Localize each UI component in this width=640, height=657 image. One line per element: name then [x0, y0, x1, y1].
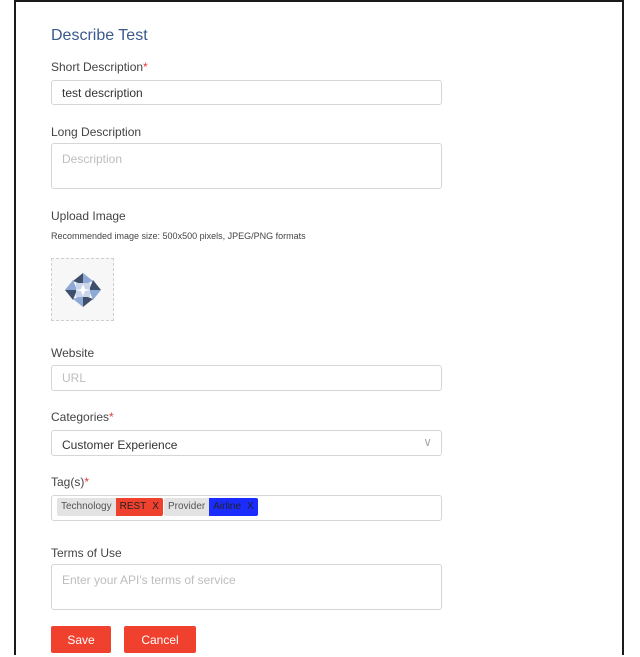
remove-tag-icon[interactable]: X	[247, 498, 254, 516]
terms-field[interactable]	[51, 564, 442, 610]
image-placeholder-icon	[65, 273, 101, 307]
tag-key: Provider	[164, 498, 210, 516]
page-title: Describe Test	[51, 27, 148, 44]
long-description-label: Long Description	[51, 125, 142, 139]
remove-tag-icon[interactable]: X	[152, 498, 159, 516]
website-field[interactable]	[51, 365, 442, 391]
required-mark: *	[143, 60, 148, 74]
short-description-input[interactable]	[52, 81, 441, 104]
short-description-label: Short Description*	[51, 60, 148, 74]
tag-value-text: REST	[119, 501, 147, 512]
tag-chip: Technology REST X	[57, 498, 163, 516]
tags-label-text: Tag(s)	[51, 475, 85, 489]
categories-label-text: Categories	[51, 410, 110, 424]
upload-image-dropzone[interactable]	[51, 258, 114, 321]
chevron-down-icon[interactable]: ∨	[423, 435, 432, 449]
tag-value-text: Airline	[213, 501, 242, 512]
tag-value: REST X	[115, 498, 163, 516]
website-input[interactable]	[52, 366, 441, 390]
terms-input[interactable]	[52, 565, 441, 609]
cancel-button[interactable]: Cancel	[124, 626, 196, 653]
categories-selected-value: Customer Experience	[62, 438, 178, 452]
categories-select[interactable]: Customer Experience ∨	[51, 430, 442, 456]
long-description-input[interactable]	[52, 144, 441, 188]
save-button[interactable]: Save	[51, 626, 111, 653]
upload-image-hint: Recommended image size: 500x500 pixels, …	[51, 231, 306, 241]
terms-label: Terms of Use	[51, 546, 122, 560]
short-description-field[interactable]	[51, 80, 442, 105]
tag-key: Technology	[57, 498, 116, 516]
required-mark: *	[84, 475, 90, 489]
website-label: Website	[51, 346, 95, 360]
upload-image-label: Upload Image	[51, 209, 126, 223]
short-description-label-text: Short Description	[51, 60, 144, 74]
tag-value: Airline X	[209, 498, 258, 516]
tags-label: Tag(s)*	[51, 475, 89, 489]
categories-label: Categories*	[51, 410, 114, 424]
long-description-field[interactable]	[51, 143, 442, 189]
required-mark: *	[109, 410, 114, 424]
tags-field[interactable]: Technology REST X Provider Airline X	[51, 495, 442, 521]
tag-chip: Provider Airline X	[164, 498, 258, 516]
